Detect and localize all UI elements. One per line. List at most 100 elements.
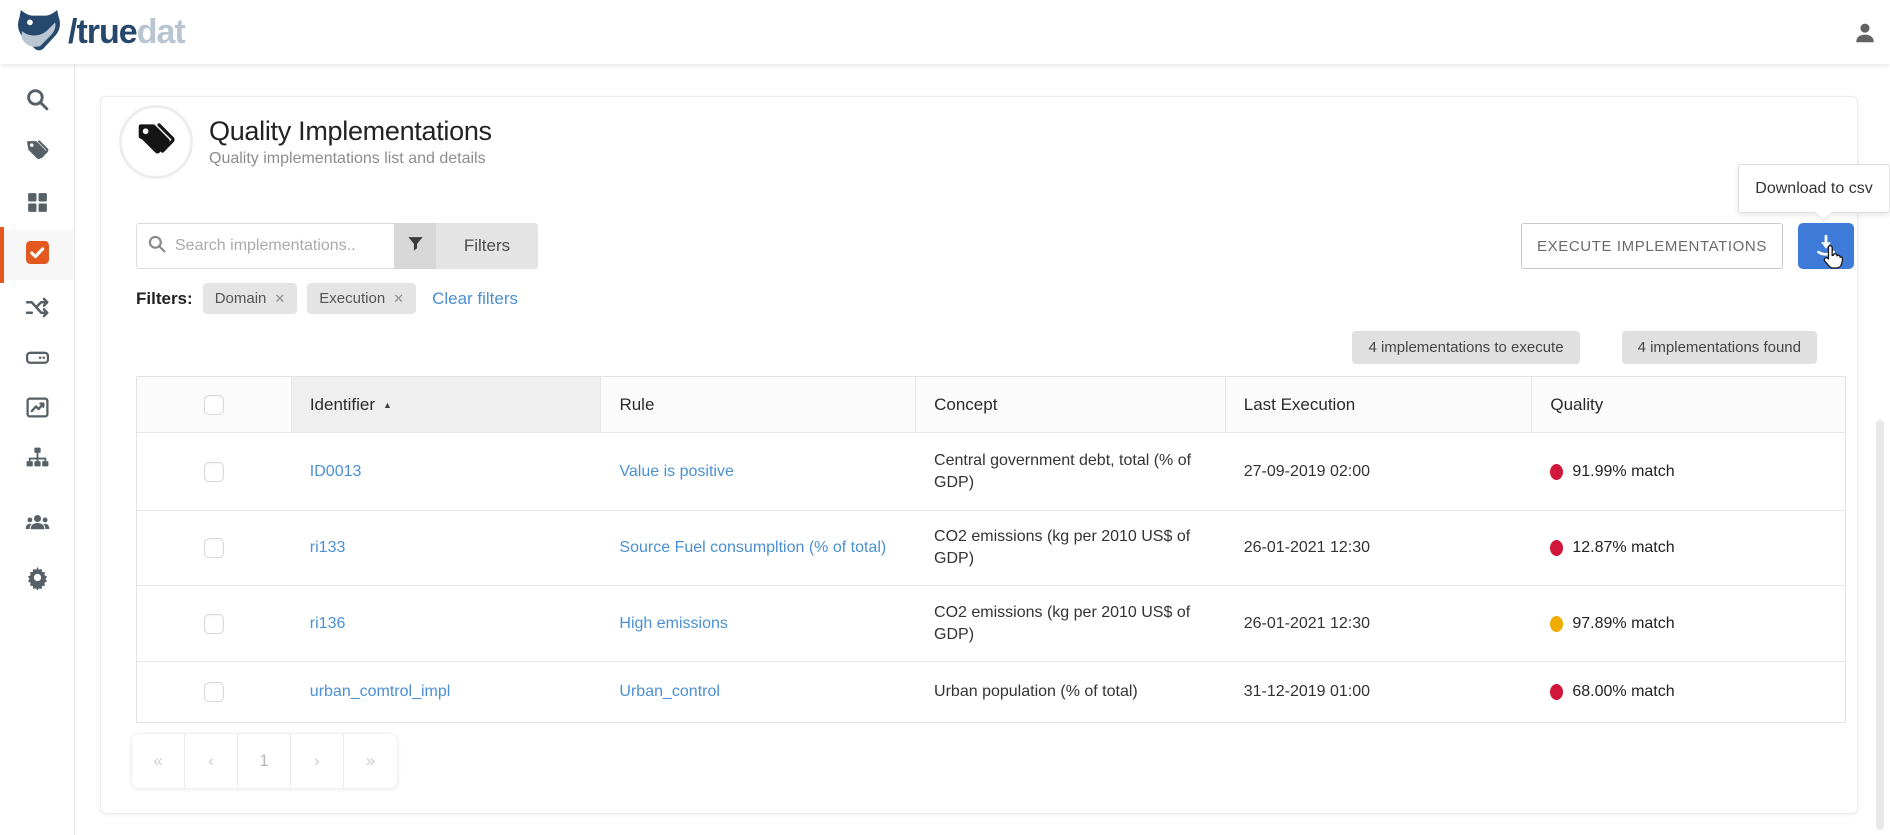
column-header-identifier[interactable]: Identifier ▲ <box>292 377 602 432</box>
rule-link[interactable]: Urban_control <box>619 683 720 701</box>
last-execution-text: 26-01-2021 12:30 <box>1244 539 1370 557</box>
page-title: Quality Implementations <box>209 116 492 147</box>
sidebar-item-catalog[interactable] <box>0 180 74 230</box>
sidebar-item-data-sources[interactable] <box>0 335 74 385</box>
filters-button[interactable]: Filters <box>436 223 538 269</box>
clear-filters-link[interactable]: Clear filters <box>432 289 518 309</box>
rule-link[interactable]: Source Fuel consumpltion (% of total) <box>619 539 886 557</box>
last-execution-text: 26-01-2021 12:30 <box>1244 615 1370 633</box>
sitemap-icon <box>25 445 50 475</box>
table-row: urban_comtrol_impl Urban_control Urban p… <box>137 661 1845 722</box>
app-window: /truedat <box>0 0 1890 835</box>
column-header-label: Last Execution <box>1244 395 1356 415</box>
filter-funnel-button[interactable] <box>394 223 436 269</box>
sort-asc-icon: ▲ <box>383 400 392 410</box>
sidebar-item-hierarchy[interactable] <box>0 435 74 485</box>
check-square-icon <box>25 240 50 270</box>
row-checkbox[interactable] <box>204 462 224 482</box>
identifier-link[interactable]: ri136 <box>310 615 346 633</box>
pagination-last-button[interactable]: » <box>344 734 397 788</box>
search-input[interactable] <box>175 237 384 255</box>
truedat-logo[interactable]: /truedat <box>16 9 185 56</box>
select-all-checkbox[interactable] <box>204 395 224 415</box>
column-header-quality[interactable]: Quality <box>1532 377 1845 432</box>
row-checkbox[interactable] <box>204 682 224 702</box>
filter-chip-execution[interactable]: Execution ✕ <box>307 283 416 314</box>
download-tooltip: Download to csv <box>1738 164 1890 213</box>
search-input-icon <box>147 234 167 259</box>
implementations-to-execute-badge: 4 implementations to execute <box>1352 331 1579 364</box>
search-box <box>136 223 394 269</box>
implementations-table: Identifier ▲ Rule Concept Last Execution… <box>136 376 1846 723</box>
download-icon <box>1813 232 1839 261</box>
table-row: ID0013 Value is positive Central governm… <box>137 432 1845 510</box>
filter-chip-label: Execution <box>319 290 385 307</box>
concept-text: CO2 emissions (kg per 2010 US$ of GDP) <box>934 526 1192 569</box>
pagination: « ‹ 1 › » <box>131 733 398 789</box>
sidebar <box>0 64 75 835</box>
column-header-label: Concept <box>934 395 997 415</box>
topbar: /truedat <box>0 0 1890 64</box>
concept-text: Central government debt, total (% of GDP… <box>934 450 1192 493</box>
chart-line-icon <box>25 395 50 425</box>
sidebar-item-users[interactable] <box>0 500 74 550</box>
sidebar-item-quality[interactable] <box>0 230 74 280</box>
execute-implementations-button[interactable]: EXECUTE IMPLEMENTATIONS <box>1521 223 1783 269</box>
remove-filter-icon[interactable]: ✕ <box>393 291 404 307</box>
page-header-badge <box>119 105 193 179</box>
implementations-found-badge: 4 implementations found <box>1622 331 1817 364</box>
sidebar-item-search[interactable] <box>0 77 74 127</box>
gear-icon <box>25 565 50 595</box>
quality-text: 97.89% match <box>1572 615 1674 633</box>
grid-icon <box>25 190 50 220</box>
shuffle-icon <box>25 295 50 325</box>
concept-text: Urban population (% of total) <box>934 681 1138 703</box>
quality-implementations-card: Quality Implementations Quality implemen… <box>100 96 1858 814</box>
identifier-link[interactable]: ID0013 <box>310 463 362 481</box>
funnel-icon <box>406 234 425 258</box>
identifier-link[interactable]: ri133 <box>310 539 346 557</box>
sidebar-item-settings[interactable] <box>0 555 74 605</box>
search-group: Filters <box>136 223 538 269</box>
download-csv-button[interactable] <box>1798 223 1854 269</box>
column-header-label: Quality <box>1550 395 1603 415</box>
last-execution-text: 31-12-2019 01:00 <box>1244 683 1370 701</box>
page-subtitle: Quality implementations list and details <box>209 150 492 168</box>
scrollbar-thumb[interactable] <box>1876 420 1884 830</box>
owl-logo-icon <box>16 9 62 56</box>
sidebar-item-glossary[interactable] <box>0 127 74 177</box>
quality-status-dot <box>1550 540 1563 556</box>
column-header-concept[interactable]: Concept <box>916 377 1226 432</box>
row-checkbox[interactable] <box>204 538 224 558</box>
pagination-page-1-button[interactable]: 1 <box>238 734 291 788</box>
user-icon[interactable] <box>1852 20 1878 46</box>
rule-link[interactable]: High emissions <box>619 615 727 633</box>
quality-text: 12.87% match <box>1572 539 1674 557</box>
identifier-link[interactable]: urban_comtrol_impl <box>310 683 451 701</box>
filters-label: Filters: <box>136 289 193 309</box>
pagination-first-button[interactable]: « <box>132 734 185 788</box>
search-icon <box>25 87 50 117</box>
row-checkbox[interactable] <box>204 614 224 634</box>
column-header-rule[interactable]: Rule <box>601 377 916 432</box>
filter-chip-label: Domain <box>215 290 267 307</box>
users-icon <box>25 510 50 540</box>
pagination-prev-button[interactable]: ‹ <box>185 734 238 788</box>
pagination-next-button[interactable]: › <box>291 734 344 788</box>
sidebar-item-dashboards[interactable] <box>0 385 74 435</box>
remove-filter-icon[interactable]: ✕ <box>274 291 285 307</box>
active-filters-row: Filters: Domain ✕ Execution ✕ Clear filt… <box>136 283 518 314</box>
column-header-label: Identifier <box>310 395 375 415</box>
tag-icon <box>135 119 177 166</box>
column-header-last-execution[interactable]: Last Execution <box>1226 377 1533 432</box>
quality-status-dot <box>1550 616 1563 632</box>
tags-icon <box>25 137 50 167</box>
quality-text: 91.99% match <box>1572 463 1674 481</box>
page-header: Quality Implementations Quality implemen… <box>119 105 492 179</box>
logo-text: /truedat <box>68 13 185 52</box>
rule-link[interactable]: Value is positive <box>619 463 733 481</box>
sidebar-item-lineage[interactable] <box>0 285 74 335</box>
last-execution-text: 27-09-2019 02:00 <box>1244 463 1370 481</box>
hard-drive-icon <box>25 345 50 375</box>
filter-chip-domain[interactable]: Domain ✕ <box>203 283 298 314</box>
